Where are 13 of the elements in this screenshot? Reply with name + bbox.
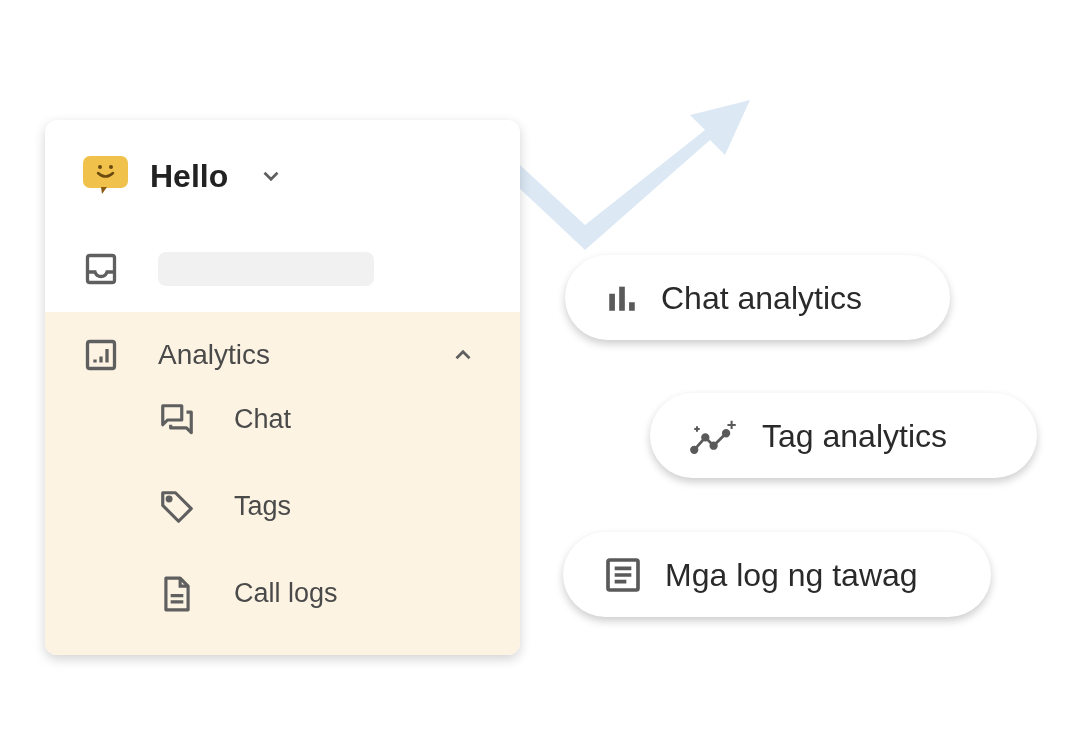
nav-subitem[interactable]: Call logs — [234, 573, 338, 614]
nav-item[interactable]: Analytics — [158, 334, 271, 376]
feature-pill[interactable]: Mga log ng tawag — [563, 532, 991, 617]
brand-name: Hello — [150, 156, 229, 196]
feature-pill[interactable]: Chat analytics — [565, 255, 950, 340]
smiley-chat-logo-icon — [83, 155, 128, 196]
analytics-icon — [83, 337, 119, 373]
nav-subitem[interactable]: Tags — [234, 486, 292, 527]
pill-label: Chat analytics — [661, 278, 862, 318]
nav-subitem[interactable]: Chat — [234, 399, 292, 440]
pill-label: Tag analytics — [762, 416, 947, 456]
feature-pill[interactable]: Tag analytics — [650, 393, 1037, 478]
pill-label: Mga log ng tawag — [665, 555, 918, 595]
